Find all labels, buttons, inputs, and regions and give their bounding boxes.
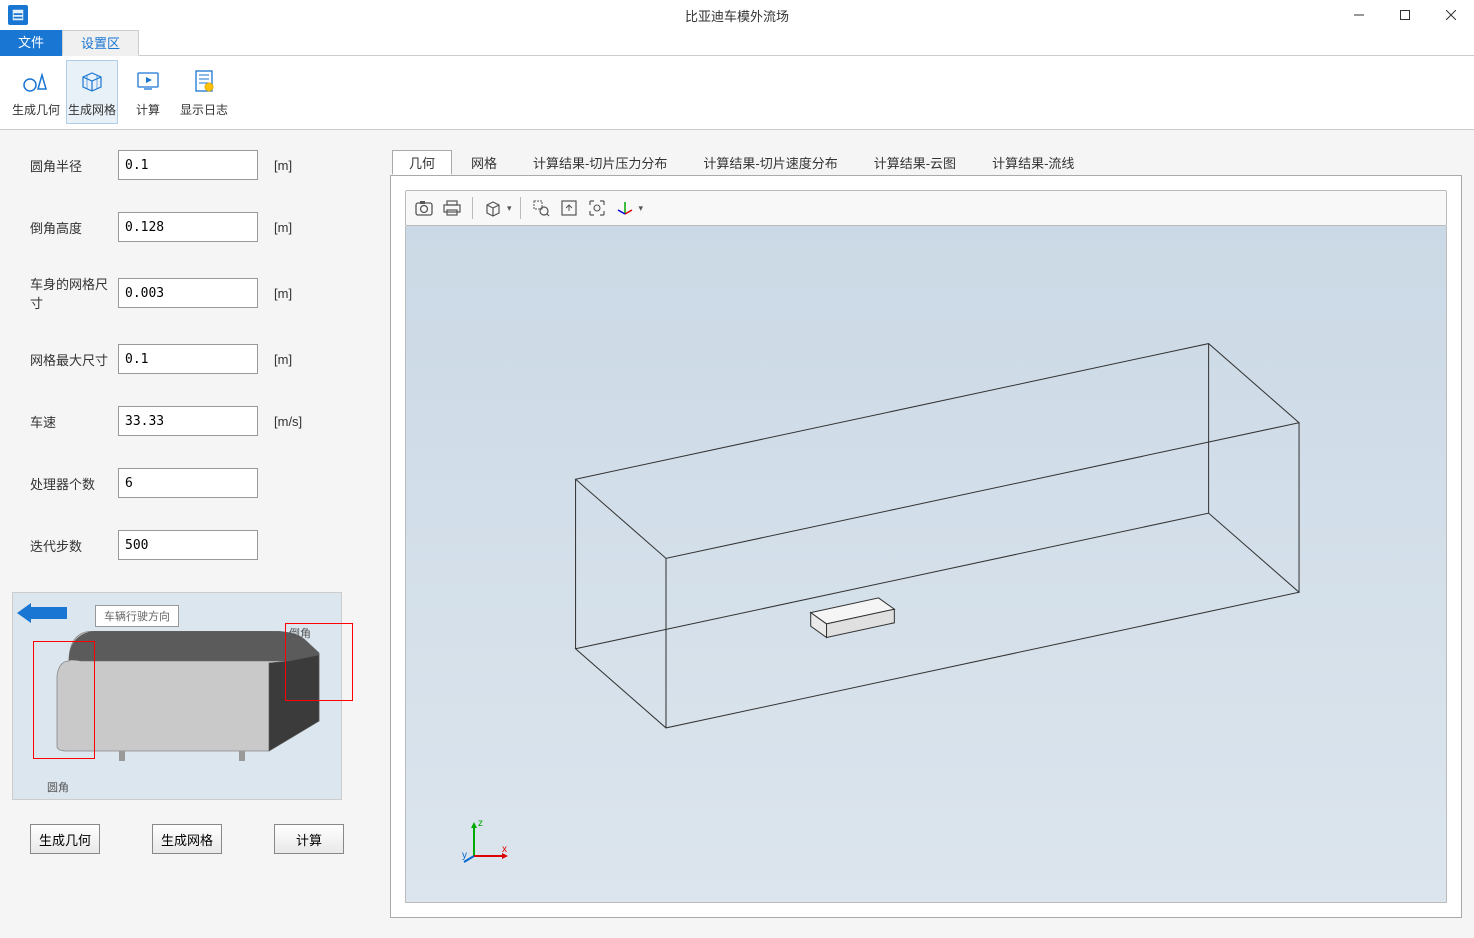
app-icon: [8, 5, 28, 25]
cpu-count-input[interactable]: [118, 468, 258, 498]
tab-streamline[interactable]: 计算结果-流线: [975, 150, 1091, 175]
body-mesh-size-input[interactable]: [118, 278, 258, 308]
view-cube-icon[interactable]: [481, 196, 505, 220]
dropdown-caret-icon[interactable]: ▾: [639, 203, 644, 214]
zoom-extents-icon[interactable]: [557, 196, 581, 220]
max-mesh-size-unit: [m]: [274, 352, 292, 367]
print-icon[interactable]: [440, 196, 464, 220]
fillet-radius-input[interactable]: [118, 150, 258, 180]
3d-viewport[interactable]: z x y: [405, 226, 1447, 903]
speed-unit: [m/s]: [274, 414, 302, 429]
maximize-button[interactable]: [1382, 0, 1428, 30]
compute-icon: [134, 67, 162, 95]
reference-diagram: 车辆行驶方向 圆角 倒角: [12, 592, 342, 800]
mesh-icon: [78, 67, 106, 95]
log-icon: [190, 67, 218, 95]
ribbon-gen-geometry-label: 生成几何: [12, 101, 60, 118]
gen-mesh-button[interactable]: 生成网格: [152, 824, 222, 854]
svg-text:x: x: [502, 844, 507, 855]
tab-slice-pressure[interactable]: 计算结果-切片压力分布: [516, 150, 684, 175]
ribbon-compute-label: 计算: [136, 101, 160, 118]
chamfer-height-unit: [m]: [274, 220, 292, 235]
body-mesh-size-label: 车身的网格尺寸: [30, 274, 118, 312]
max-mesh-size-input[interactable]: [118, 344, 258, 374]
max-mesh-size-label: 网格最大尺寸: [30, 350, 118, 369]
axis-toggle-icon[interactable]: [613, 196, 637, 220]
direction-arrow-icon: [17, 603, 67, 623]
snapshot-icon[interactable]: [412, 196, 436, 220]
ribbon-gen-mesh-label: 生成网格: [68, 101, 116, 118]
axis-gizmo: z x y: [462, 814, 512, 864]
iterations-label: 迭代步数: [30, 536, 118, 555]
geometry-wireframe: [406, 226, 1446, 902]
speed-input[interactable]: [118, 406, 258, 436]
ribbon-show-log-label: 显示日志: [180, 101, 228, 118]
fillet-radius-unit: [m]: [274, 158, 292, 173]
chamfer-height-label: 倒角高度: [30, 218, 118, 237]
chamfer-caption: 倒角: [289, 625, 311, 641]
compute-button[interactable]: 计算: [274, 824, 344, 854]
tab-slice-velocity[interactable]: 计算结果-切片速度分布: [686, 150, 854, 175]
menu-tabs: 文件 设置区: [0, 30, 1474, 56]
viewer-tabs: 几何 网格 计算结果-切片压力分布 计算结果-切片速度分布 计算结果-云图 计算…: [390, 150, 1462, 176]
minimize-button[interactable]: [1336, 0, 1382, 30]
tab-geometry[interactable]: 几何: [392, 150, 452, 175]
ribbon-compute[interactable]: 计算: [122, 60, 174, 124]
zoom-selection-icon[interactable]: [585, 196, 609, 220]
viewer-panel: 几何 网格 计算结果-切片压力分布 计算结果-切片速度分布 计算结果-云图 计算…: [390, 150, 1462, 918]
viewer-toolbar: ▾ ▾: [405, 190, 1447, 226]
menu-settings[interactable]: 设置区: [62, 30, 139, 56]
chamfer-height-input[interactable]: [118, 212, 258, 242]
speed-label: 车速: [30, 412, 118, 431]
tab-mesh[interactable]: 网格: [454, 150, 514, 175]
gen-geometry-button[interactable]: 生成几何: [30, 824, 100, 854]
iterations-input[interactable]: [118, 530, 258, 560]
zoom-window-icon[interactable]: [529, 196, 553, 220]
menu-file[interactable]: 文件: [0, 30, 62, 56]
tab-contour[interactable]: 计算结果-云图: [857, 150, 973, 175]
close-button[interactable]: [1428, 0, 1474, 30]
fillet-highlight: [33, 641, 95, 759]
geometry-icon: [22, 67, 50, 95]
ribbon-gen-geometry[interactable]: 生成几何: [10, 60, 62, 124]
titlebar: 比亚迪车模外流场: [0, 0, 1474, 30]
dropdown-caret-icon[interactable]: ▾: [507, 203, 512, 214]
ribbon-gen-mesh[interactable]: 生成网格: [66, 60, 118, 124]
ribbon: 生成几何 生成网格 计算 显示日志: [0, 56, 1474, 130]
svg-text:z: z: [478, 818, 483, 829]
fillet-radius-label: 圆角半径: [30, 156, 118, 175]
svg-text:y: y: [462, 850, 467, 861]
fillet-caption: 圆角: [47, 779, 69, 795]
cpu-count-label: 处理器个数: [30, 474, 118, 493]
ribbon-show-log[interactable]: 显示日志: [178, 60, 230, 124]
parameters-panel: 圆角半径 [m] 倒角高度 [m] 车身的网格尺寸 [m] 网格最大尺寸 [m]…: [12, 150, 372, 918]
body-mesh-size-unit: [m]: [274, 286, 292, 301]
direction-label: 车辆行驶方向: [95, 605, 179, 627]
window-title: 比亚迪车模外流场: [685, 6, 789, 25]
